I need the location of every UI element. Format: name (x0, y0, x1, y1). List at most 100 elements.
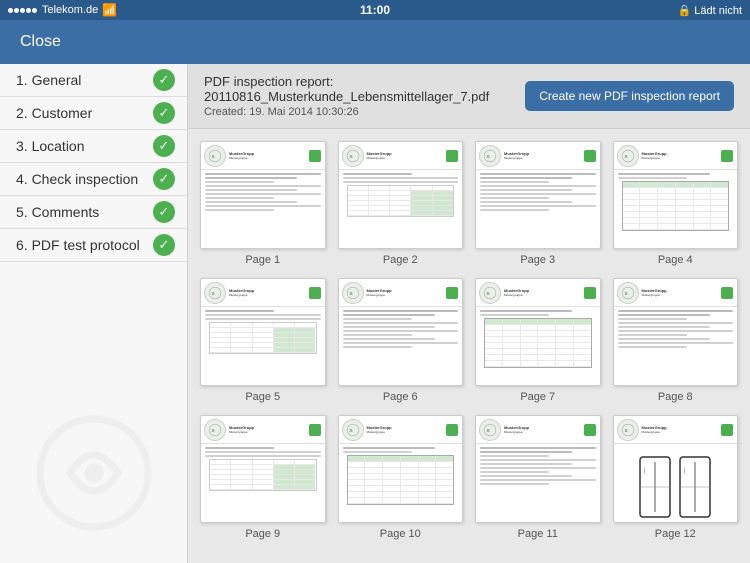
page-item[interactable]: S MusterGruppMustergruppe Page 6 (338, 278, 464, 403)
sidebar-item-label: 1. General (16, 72, 153, 88)
thumb-green-icon (721, 287, 733, 299)
svg-text:S: S (349, 428, 352, 433)
wifi-icon: 📶 (102, 3, 117, 17)
check-icon: ✓ (153, 69, 175, 91)
svg-text:S: S (624, 154, 627, 159)
page-thumbnail[interactable]: S MusterGruppMustergruppe (475, 141, 601, 249)
status-left: Telekom.de 📶 (8, 3, 117, 17)
page-item[interactable]: S MusterGruppMustergruppe Page 11 (475, 415, 601, 540)
sidebar-item-customer[interactable]: 2. Customer ✓ (0, 97, 187, 130)
thumb-green-icon (584, 287, 596, 299)
sidebar-item-comments[interactable]: 5. Comments ✓ (0, 196, 187, 229)
svg-text:S: S (212, 291, 215, 296)
page-thumbnail[interactable]: S MusterGruppMustergruppe (613, 141, 739, 249)
page-thumbnail[interactable]: S MusterGruppMustergruppe (613, 278, 739, 386)
sidebar-item-general[interactable]: 1. General ✓ (0, 64, 187, 97)
thumb-green-icon (309, 150, 321, 162)
thumb-logo: S (617, 282, 639, 304)
thumb-logo-text: MusterGruppMustergruppe (642, 152, 667, 160)
page-thumbnail[interactable]: S MusterGruppMustergruppe │ │ (613, 415, 739, 523)
svg-text:S: S (624, 291, 627, 296)
thumb-logo: S (479, 145, 501, 167)
page-item[interactable]: S MusterGruppMustergruppe Page 5 (200, 278, 326, 403)
sidebar-item-label: 5. Comments (16, 204, 153, 220)
thumb-logo: S (342, 282, 364, 304)
page-item[interactable]: S MusterGruppMustergruppe Page 2 (338, 141, 464, 266)
thumb-logo: S (617, 419, 639, 441)
page-label: Page 3 (520, 254, 555, 266)
thumb-logo-text: MusterGruppMustergruppe (367, 426, 392, 434)
page-thumbnail[interactable]: S MusterGruppMustergruppe (338, 278, 464, 386)
page-item[interactable]: S MusterGruppMustergruppe Page 8 (613, 278, 739, 403)
thumb-green-icon (309, 424, 321, 436)
thumb-logo: S (342, 419, 364, 441)
create-pdf-button[interactable]: Create new PDF inspection report (525, 81, 734, 111)
svg-text:S: S (349, 154, 352, 159)
sidebar-item-location[interactable]: 3. Location ✓ (0, 130, 187, 163)
thumb-logo: S (342, 145, 364, 167)
sidebar-item-pdf-test-protocol[interactable]: 6. PDF test protocol ✓ (0, 229, 187, 262)
sidebar-watermark (34, 413, 154, 533)
content-area[interactable]: PDF inspection report: 20110816_Musterku… (188, 64, 750, 563)
check-icon: ✓ (153, 234, 175, 256)
carrier-label: Telekom.de (42, 4, 98, 16)
check-icon: ✓ (153, 135, 175, 157)
page-thumbnail[interactable]: S MusterGruppMustergruppe (475, 415, 601, 523)
sidebar-item-check-inspection[interactable]: 4. Check inspection ✓ (0, 163, 187, 196)
thumb-green-icon (446, 424, 458, 436)
check-icon: ✓ (153, 168, 175, 190)
thumb-logo-text: MusterGruppMustergruppe (229, 152, 254, 160)
check-icon: ✓ (153, 102, 175, 124)
page-item[interactable]: S MusterGruppMustergruppe Page 3 (475, 141, 601, 266)
thumb-logo-text: MusterGruppMustergruppe (504, 152, 529, 160)
content-header: PDF inspection report: 20110816_Musterku… (188, 64, 750, 129)
check-icon: ✓ (153, 201, 175, 223)
thumb-logo-text: MusterGruppMustergruppe (504, 289, 529, 297)
battery-label: Lädt nicht (694, 5, 742, 17)
page-label: Page 9 (245, 528, 280, 540)
sidebar-item-label: 2. Customer (16, 105, 153, 121)
thumb-logo-text: MusterGruppMustergruppe (367, 152, 392, 160)
thumb-logo: S (479, 282, 501, 304)
page-thumbnail[interactable]: S MusterGruppMustergruppe (338, 415, 464, 523)
thumb-green-icon (584, 150, 596, 162)
svg-text:S: S (349, 291, 352, 296)
thumb-green-icon (721, 150, 733, 162)
page-item[interactable]: S MusterGruppMustergruppe Page 9 (200, 415, 326, 540)
main-layout: 1. General ✓ 2. Customer ✓ 3. Location ✓… (0, 64, 750, 563)
page-label: Page 11 (518, 528, 558, 540)
page-item[interactable]: S MusterGruppMustergruppe │ │ Page 12 (613, 415, 739, 540)
close-button[interactable]: Close (12, 29, 69, 55)
thumb-logo: S (617, 145, 639, 167)
thumb-logo: S (479, 419, 501, 441)
signal-dots (8, 4, 38, 16)
thumb-green-icon (446, 150, 458, 162)
page-thumbnail[interactable]: S MusterGruppMustergruppe (200, 278, 326, 386)
thumb-green-icon (309, 287, 321, 299)
page-thumbnail[interactable]: S MusterGruppMustergruppe (200, 141, 326, 249)
thumb-logo-text: MusterGruppMustergruppe (229, 289, 254, 297)
status-right: 🔒 Lädt nicht (678, 4, 742, 17)
page-item[interactable]: S MusterGruppMustergruppe Page 4 (613, 141, 739, 266)
page-label: Page 1 (245, 254, 280, 266)
svg-text:│: │ (643, 467, 646, 474)
page-item[interactable]: S MusterGruppMustergruppe Page 10 (338, 415, 464, 540)
page-thumbnail[interactable]: S MusterGruppMustergruppe (200, 415, 326, 523)
page-label: Page 8 (658, 391, 693, 403)
thumb-green-icon (584, 424, 596, 436)
lock-icon: 🔒 (678, 5, 692, 17)
sidebar-item-label: 4. Check inspection (16, 171, 153, 187)
status-time: 11:00 (360, 3, 390, 17)
report-title: PDF inspection report: 20110816_Musterku… (204, 74, 509, 104)
page-thumbnail[interactable]: S MusterGruppMustergruppe (475, 278, 601, 386)
page-thumbnail[interactable]: S MusterGruppMustergruppe (338, 141, 464, 249)
thumb-logo-text: MusterGruppMustergruppe (642, 289, 667, 297)
svg-text:S: S (487, 428, 490, 433)
page-label: Page 2 (383, 254, 418, 266)
svg-text:S: S (487, 154, 490, 159)
thumb-logo: S (204, 282, 226, 304)
page-item[interactable]: S MusterGruppMustergruppe Page 7 (475, 278, 601, 403)
sidebar-item-label: 6. PDF test protocol (16, 237, 153, 253)
page-label: Page 12 (655, 528, 696, 540)
page-item[interactable]: S MusterGruppMustergruppe Page 1 (200, 141, 326, 266)
